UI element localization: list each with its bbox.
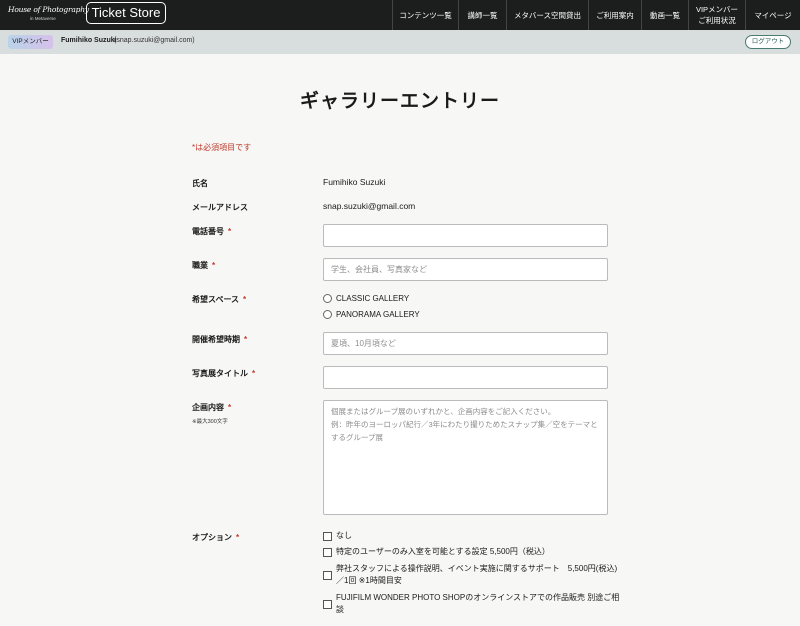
required-mark: *: [228, 403, 232, 412]
name-value: Fumihiko Suzuki: [323, 177, 386, 187]
option-text: 弊社スタッフによる操作説明、イベント実施に関するサポート 5,500円(税込)／…: [336, 564, 618, 585]
plan-label-text: 企画内容: [192, 403, 224, 412]
option-label-text: オプション: [192, 533, 232, 542]
required-mark: *: [228, 227, 232, 236]
period-label-text: 開催希望時期: [192, 335, 240, 344]
space-option-label: PANORAMA GALLERY: [336, 309, 420, 319]
email-value: snap.suzuki@gmail.com: [323, 201, 416, 211]
nav-metaverse-rental[interactable]: メタバース空間貸出: [506, 0, 588, 30]
option-none[interactable]: なし: [323, 530, 623, 542]
phone-input[interactable]: [323, 224, 608, 247]
logo-wordmark: House of Photography: [8, 5, 89, 14]
period-input[interactable]: [323, 332, 608, 355]
option-text: 特定のユーザーのみ入室を可能とする設定 5,500円（税込）: [336, 547, 550, 556]
phone-label-text: 電話番号: [192, 227, 224, 236]
option-online-store-sales[interactable]: FUJIFILM WONDER PHOTO SHOPのオンラインストアでの作品販…: [323, 592, 623, 616]
option-text: FUJIFILM WONDER PHOTO SHOPのオンラインストアでの作品販…: [336, 593, 620, 614]
logo-tagline: in Metaverse: [30, 16, 56, 21]
radio-button[interactable]: [323, 293, 332, 303]
occupation-label-text: 職業: [192, 261, 208, 270]
name-label: 氏名: [192, 179, 208, 188]
nav-vip-status[interactable]: VIPメンバー ご利用状況: [688, 0, 745, 30]
nav-usage-guide[interactable]: ご利用案内: [588, 0, 641, 30]
option-restricted-access[interactable]: 特定のユーザーのみ入室を可能とする設定 5,500円（税込）: [323, 546, 623, 558]
checkbox[interactable]: [323, 570, 332, 580]
period-label: 開催希望時期 *: [192, 334, 247, 345]
checkbox[interactable]: [323, 547, 332, 557]
required-mark: *: [244, 335, 248, 344]
required-mark: *: [252, 369, 256, 378]
nav-contents-list[interactable]: コンテンツ一覧: [392, 0, 458, 30]
top-navigation-bar: House of Photography in Metaverse Ticket…: [0, 0, 800, 30]
required-mark: *: [236, 533, 240, 542]
page-title: ギャラリーエントリー: [299, 91, 500, 112]
space-option-classic[interactable]: CLASSIC GALLERY: [323, 292, 409, 304]
member-email: (snap.suzuki@gmail.com): [114, 37, 195, 44]
plan-char-limit-hint: ※最大300文字: [192, 419, 228, 425]
space-label-text: 希望スペース: [192, 295, 240, 304]
required-mark: *: [212, 261, 216, 270]
nav-mypage[interactable]: マイページ: [745, 0, 800, 30]
exhibition-title-input[interactable]: [323, 366, 608, 389]
space-option-panorama[interactable]: PANORAMA GALLERY: [323, 308, 420, 320]
plan-label: 企画内容 *: [192, 402, 231, 413]
option-label: オプション *: [192, 532, 239, 543]
radio-button[interactable]: [323, 309, 332, 319]
checkbox[interactable]: [323, 531, 332, 541]
space-label: 希望スペース *: [192, 294, 246, 305]
space-option-label: CLASSIC GALLERY: [336, 293, 410, 303]
phone-label: 電話番号 *: [192, 226, 231, 237]
exhibition-title-label-text: 写真展タイトル: [192, 369, 248, 378]
email-label: メールアドレス: [192, 203, 248, 212]
nav-instructors[interactable]: 講師一覧: [458, 0, 506, 30]
nav-videos[interactable]: 動画一覧: [641, 0, 688, 30]
option-text: なし: [336, 531, 352, 540]
ticket-store-logo[interactable]: Ticket Store: [86, 2, 166, 24]
plan-textarea[interactable]: [323, 400, 608, 515]
logout-button[interactable]: ログアウト: [745, 35, 791, 49]
site-logo[interactable]: House of Photography in Metaverse: [8, 4, 89, 26]
checkbox[interactable]: [323, 599, 332, 609]
option-staff-support[interactable]: 弊社スタッフによる操作説明、イベント実施に関するサポート 5,500円(税込)／…: [323, 563, 623, 587]
vip-member-badge: VIPメンバー: [8, 35, 53, 49]
occupation-label: 職業 *: [192, 260, 215, 271]
required-mark: *: [243, 295, 247, 304]
occupation-input[interactable]: [323, 258, 608, 281]
member-name: Fumihiko Suzuki: [61, 37, 117, 44]
required-note: *は必須項目です: [192, 143, 252, 152]
member-bar: VIPメンバー Fumihiko Suzuki (snap.suzuki@gma…: [0, 30, 800, 54]
exhibition-title-label: 写真展タイトル *: [192, 368, 255, 379]
